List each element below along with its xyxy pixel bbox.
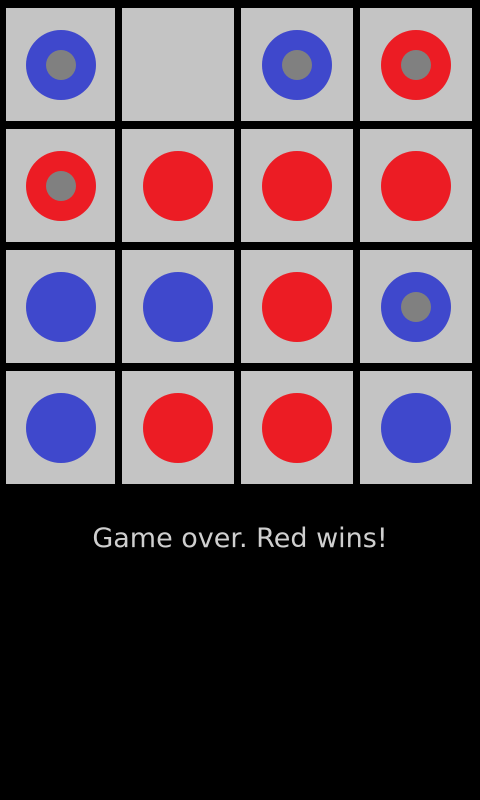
game-board [6,8,474,486]
red-piece [143,150,213,221]
blue-piece [381,392,451,463]
board-cell-r4-c3[interactable] [241,371,353,484]
piece-marker [45,170,76,201]
blue-piece [262,29,332,100]
board-cell-r4-c2[interactable] [122,371,234,484]
red-piece [381,150,451,221]
red-piece [25,150,96,221]
board-cell-r3-c3[interactable] [241,250,353,363]
board-cell-r4-c1[interactable] [6,371,115,484]
board-cell-r3-c2[interactable] [122,250,234,363]
blue-piece [25,392,96,463]
piece-marker [282,49,312,80]
board-cell-r2-c2[interactable] [122,129,234,242]
board-cell-r2-c3[interactable] [241,129,353,242]
piece-marker [401,291,431,322]
board-cell-r1-c2[interactable] [122,8,234,121]
board-cell-r1-c3[interactable] [241,8,353,121]
red-piece [262,392,332,463]
red-piece [143,392,213,463]
board-cell-r2-c4[interactable] [360,129,472,242]
blue-piece [381,271,451,342]
piece-marker [401,49,431,80]
board-cell-r2-c1[interactable] [6,129,115,242]
blue-piece [25,271,96,342]
game-screen: Game over. Red wins! [0,0,480,800]
red-piece [262,150,332,221]
board-cell-r1-c4[interactable] [360,8,472,121]
status-message: Game over. Red wins! [92,523,388,554]
board-cell-r4-c4[interactable] [360,371,472,484]
piece-marker [45,49,76,80]
board-cell-r3-c4[interactable] [360,250,472,363]
board-cell-r1-c1[interactable] [6,8,115,121]
board-cell-r3-c1[interactable] [6,250,115,363]
red-piece [381,29,451,100]
blue-piece [143,271,213,342]
red-piece [262,271,332,342]
blue-piece [25,29,96,100]
